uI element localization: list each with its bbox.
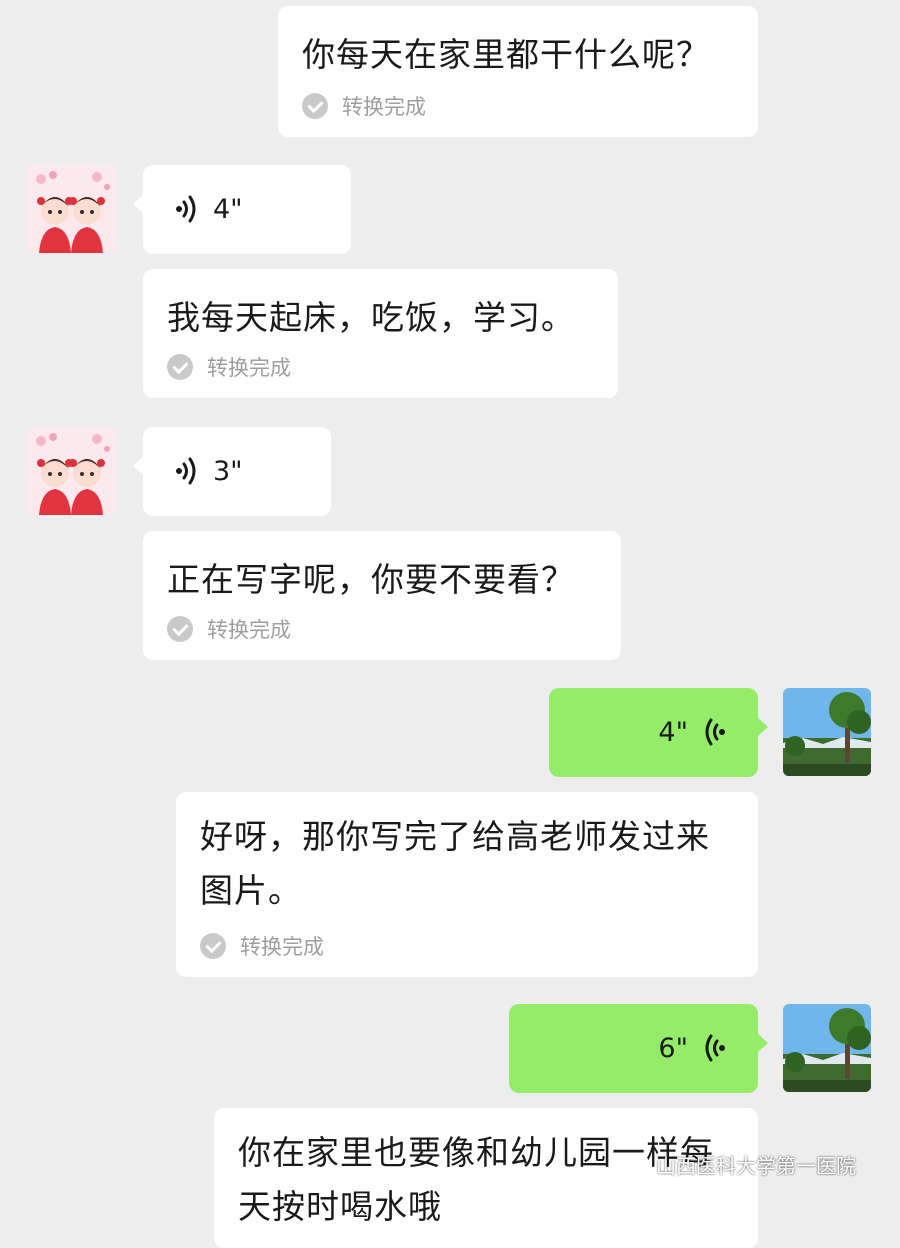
conversion-status-label: 转换完成 — [342, 95, 426, 119]
voice-message-bubble[interactable]: 4" — [549, 688, 768, 777]
voice-wave-icon — [705, 718, 725, 746]
message-text: 你在家里也要像和幼儿园一样每天按时喝水哦 — [238, 1133, 714, 1226]
avatar[interactable] — [27, 165, 115, 253]
check-circle-icon — [302, 93, 328, 119]
conversion-status: 转换完成 — [167, 616, 291, 642]
voice-wave-icon — [705, 1034, 725, 1062]
watermark-text: 山西医科大学第一医院 — [656, 1154, 856, 1178]
wechat-icon — [619, 1152, 650, 1176]
message-text: 你每天在家里都干什么呢？ — [302, 35, 710, 74]
conversion-status-label: 转换完成 — [207, 618, 291, 642]
message-text: 正在写字呢，你要不要看？ — [167, 560, 575, 599]
message-bubble-left[interactable]: 我每天起床，吃饭，学习。 转换完成 — [143, 269, 618, 398]
avatar[interactable] — [783, 1004, 871, 1092]
avatar[interactable] — [783, 688, 871, 776]
voice-duration: 6" — [658, 1032, 688, 1064]
voice-message-bubble[interactable]: 6" — [509, 1004, 768, 1093]
message-bubble-left[interactable]: 正在写字呢，你要不要看？ 转换完成 — [143, 531, 621, 660]
conversion-status: 转换完成 — [200, 933, 324, 959]
voice-wave-icon — [176, 457, 196, 485]
check-circle-icon — [167, 616, 193, 642]
conversion-status-label: 转换完成 — [240, 935, 324, 959]
check-circle-icon — [200, 933, 226, 959]
conversion-status: 转换完成 — [167, 354, 291, 380]
conversion-status: 转换完成 — [302, 93, 426, 119]
conversion-status-label: 转换完成 — [207, 356, 291, 380]
watermark: 山西医科大学第一医院 — [618, 1150, 856, 1179]
message-bubble-right[interactable]: 你每天在家里都干什么呢？ 转换完成 — [278, 6, 758, 137]
voice-message-bubble[interactable]: 3" — [133, 427, 331, 516]
message-text: 好呀，那你写完了给高老师发过来图片。 — [200, 817, 710, 910]
avatar[interactable] — [27, 427, 115, 515]
check-circle-icon — [167, 354, 193, 380]
voice-duration: 4" — [213, 193, 243, 225]
message-text: 我每天起床，吃饭，学习。 — [167, 298, 575, 337]
voice-duration: 4" — [658, 716, 688, 748]
voice-wave-icon — [176, 195, 196, 223]
voice-duration: 3" — [213, 455, 243, 487]
voice-message-bubble[interactable]: 4" — [133, 165, 351, 254]
message-bubble-right[interactable]: 好呀，那你写完了给高老师发过来图片。 转换完成 — [176, 792, 758, 977]
